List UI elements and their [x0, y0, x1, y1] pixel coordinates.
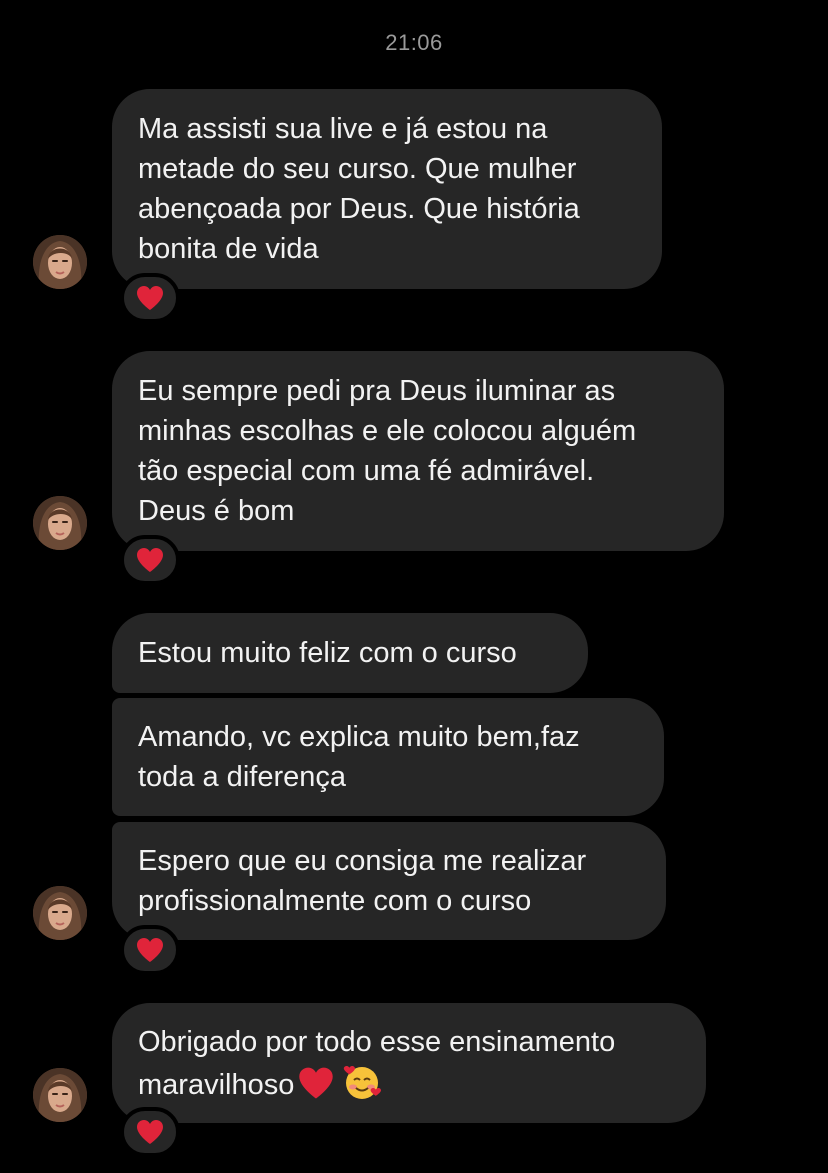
avatar-image [33, 496, 87, 550]
red-heart-emoji [299, 1067, 334, 1098]
message-bubble[interactable]: Eu sempre pedi pra Deus iluminar as minh… [112, 351, 724, 551]
message-bubble[interactable]: Estou muito feliz com o curso [112, 613, 588, 693]
message-text: Ma assisti sua live e já estou na metade… [138, 113, 580, 265]
message-text: Obrigado por todo esse ensinamento marav… [138, 1022, 615, 1105]
avatar-image [33, 235, 87, 289]
message-bubble[interactable]: Amando, vc explica muito bem,faz toda a … [112, 698, 664, 816]
reaction-badge[interactable] [120, 925, 180, 975]
message-text: Estou muito feliz com o curso [138, 637, 517, 669]
smiling-face-with-hearts-emoji [344, 1065, 382, 1099]
avatar-image [33, 1068, 87, 1122]
heart-icon [137, 548, 163, 572]
message-text: Espero que eu consiga me realizar profis… [138, 845, 587, 917]
avatar-image [33, 886, 87, 940]
message-text: Amando, vc explica muito bem,faz toda a … [138, 721, 580, 793]
heart-icon [137, 938, 163, 962]
message-bubble[interactable]: Ma assisti sua live e já estou na metade… [112, 89, 662, 289]
reaction-badge[interactable] [120, 535, 180, 585]
sender-avatar[interactable] [33, 886, 87, 940]
message-text: Eu sempre pedi pra Deus iluminar as minh… [138, 375, 637, 527]
reaction-badge[interactable] [120, 1107, 180, 1157]
heart-icon [137, 286, 163, 310]
chat-timestamp: 21:06 [385, 30, 443, 55]
message-bubble[interactable]: Espero que eu consiga me realizar profis… [112, 822, 666, 940]
sender-avatar[interactable] [33, 235, 87, 289]
sender-avatar[interactable] [33, 496, 87, 550]
heart-icon [137, 1120, 163, 1144]
reaction-badge[interactable] [120, 273, 180, 323]
sender-avatar[interactable] [33, 1068, 87, 1122]
message-bubble[interactable]: Obrigado por todo esse ensinamento marav… [112, 1003, 706, 1123]
